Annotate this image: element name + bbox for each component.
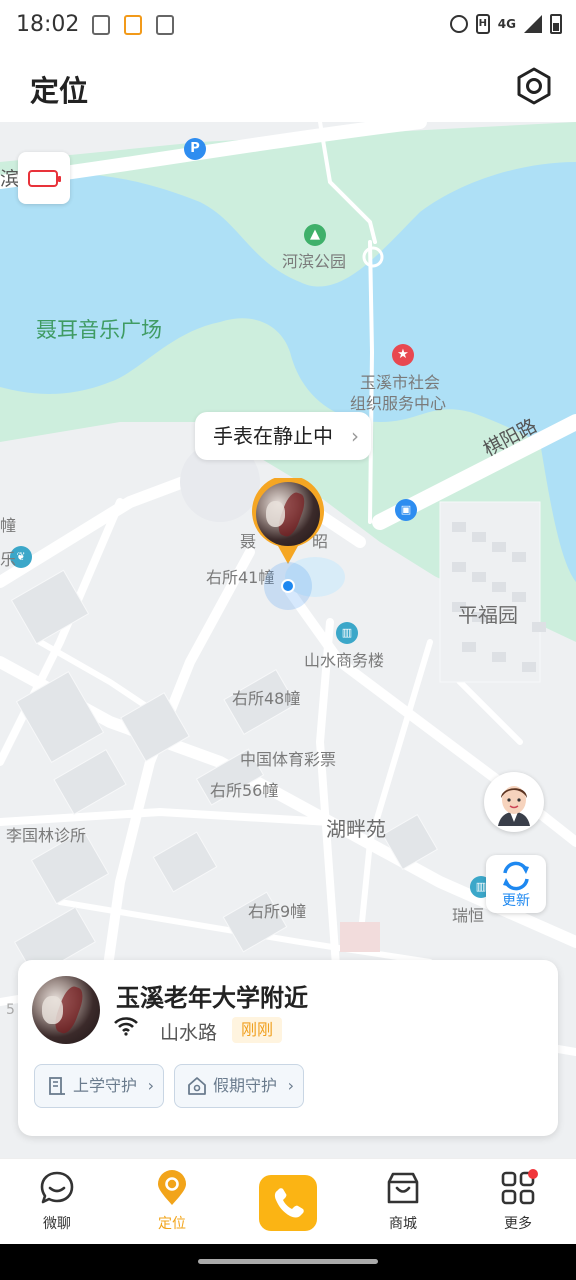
road-name: 山水路 — [160, 1022, 218, 1044]
map-label: 右所56幢 — [210, 781, 279, 800]
network-type: 4G — [497, 17, 516, 31]
building-icon — [49, 1077, 65, 1095]
holiday-guard-button[interactable]: 假期守护 › — [174, 1064, 305, 1108]
app-notification-icon — [92, 15, 110, 35]
tree-icon[interactable]: ▲ — [304, 224, 326, 246]
app-notification-icon — [156, 15, 174, 35]
battery-icon — [550, 14, 562, 34]
nav-chat[interactable]: 微聊 — [17, 1169, 97, 1233]
alarm-icon — [449, 15, 468, 33]
home-indicator[interactable] — [198, 1259, 378, 1264]
nav-locate[interactable]: 定位 — [132, 1169, 212, 1233]
chevron-right-icon: › — [147, 1076, 155, 1095]
chevron-right-icon: › — [351, 424, 359, 448]
map-label: 乐 — [0, 550, 17, 569]
map-label: 中国体育彩票 — [240, 750, 337, 769]
app-notification-icon — [124, 15, 142, 35]
app-header: 定位 — [0, 56, 576, 122]
gear-icon[interactable] — [514, 66, 554, 106]
map-label: 幢 — [0, 516, 17, 535]
refresh-icon — [503, 861, 529, 891]
status-icons: H 4G — [449, 14, 562, 34]
assistant-avatar-icon — [498, 786, 530, 826]
nav-chat-label: 微聊 — [43, 1216, 71, 1232]
nav-more-label: 更多 — [504, 1216, 532, 1232]
map-label: 右所9幢 — [248, 902, 307, 921]
building-icon[interactable]: ▥ — [336, 622, 358, 644]
map-label: 湖畔苑 — [326, 817, 386, 841]
map-label: 李国林诊所 — [6, 826, 87, 845]
parking-icon[interactable]: P — [184, 138, 206, 160]
bus-stop-icon[interactable]: ▣ — [395, 499, 417, 521]
status-bar: 18:02 H 4G — [0, 0, 576, 56]
child-avatar — [32, 976, 100, 1044]
wifi-icon — [114, 1017, 138, 1036]
nav-locate-label: 定位 — [158, 1216, 186, 1232]
assistant-button[interactable] — [484, 772, 544, 832]
map-label: 河滨公园 — [282, 252, 347, 271]
location-name: 玉溪老年大学附近 — [116, 984, 308, 1012]
system-gesture-bar — [0, 1244, 576, 1280]
signal-icon — [524, 15, 542, 33]
watch-status-bubble[interactable]: 手表在静止中 › — [195, 412, 371, 460]
holiday-guard-label: 假期守护 — [213, 1076, 278, 1095]
map-label: 瑞恒 — [452, 906, 485, 925]
chat-bubble-icon — [40, 1171, 74, 1204]
map-label: 右所48幢 — [232, 689, 301, 708]
time-badge: 刚刚 — [232, 1017, 283, 1043]
school-guard-label: 上学守护 — [73, 1076, 138, 1095]
call-button[interactable] — [259, 1175, 317, 1231]
child-avatar — [256, 482, 320, 546]
notification-dot — [528, 1169, 538, 1179]
page-title: 定位 — [30, 74, 89, 108]
map-label: 山水商务楼 — [304, 651, 385, 670]
hd-icon: H — [475, 14, 490, 34]
watch-location-marker[interactable] — [250, 478, 326, 566]
map-label: 平福园 — [458, 603, 518, 627]
refresh-label: 更新 — [502, 893, 530, 909]
nav-shop-label: 商城 — [389, 1216, 417, 1232]
shop-icon — [387, 1172, 419, 1204]
map-label: 滨 — [0, 168, 20, 190]
star-icon[interactable]: ★ — [392, 344, 414, 366]
current-location-dot — [264, 562, 312, 610]
status-time: 18:02 — [16, 12, 80, 37]
battery-low-icon — [28, 170, 61, 187]
watch-battery-indicator[interactable] — [18, 152, 70, 204]
school-guard-button[interactable]: 上学守护 › — [34, 1064, 165, 1108]
bottom-nav: 微聊 定位 商城 更多 — [0, 1158, 576, 1245]
map-label: 聂耳音乐广场 — [36, 318, 162, 342]
nav-shop[interactable]: 商城 — [363, 1169, 443, 1233]
phone-icon — [274, 1188, 304, 1218]
watch-status-text: 手表在静止中 — [213, 424, 333, 448]
map-label: 组织服务中心 — [350, 394, 447, 413]
home-icon — [188, 1077, 206, 1095]
location-pin-icon — [158, 1170, 186, 1205]
map-label: 5 — [6, 1002, 15, 1018]
chevron-right-icon: › — [287, 1076, 295, 1095]
nav-more[interactable]: 更多 — [478, 1169, 558, 1233]
refresh-location-button[interactable]: 更新 — [486, 855, 546, 913]
location-info-card[interactable]: 玉溪老年大学附近 山水路 刚刚 上学守护 › 假期守护 › — [18, 960, 558, 1136]
